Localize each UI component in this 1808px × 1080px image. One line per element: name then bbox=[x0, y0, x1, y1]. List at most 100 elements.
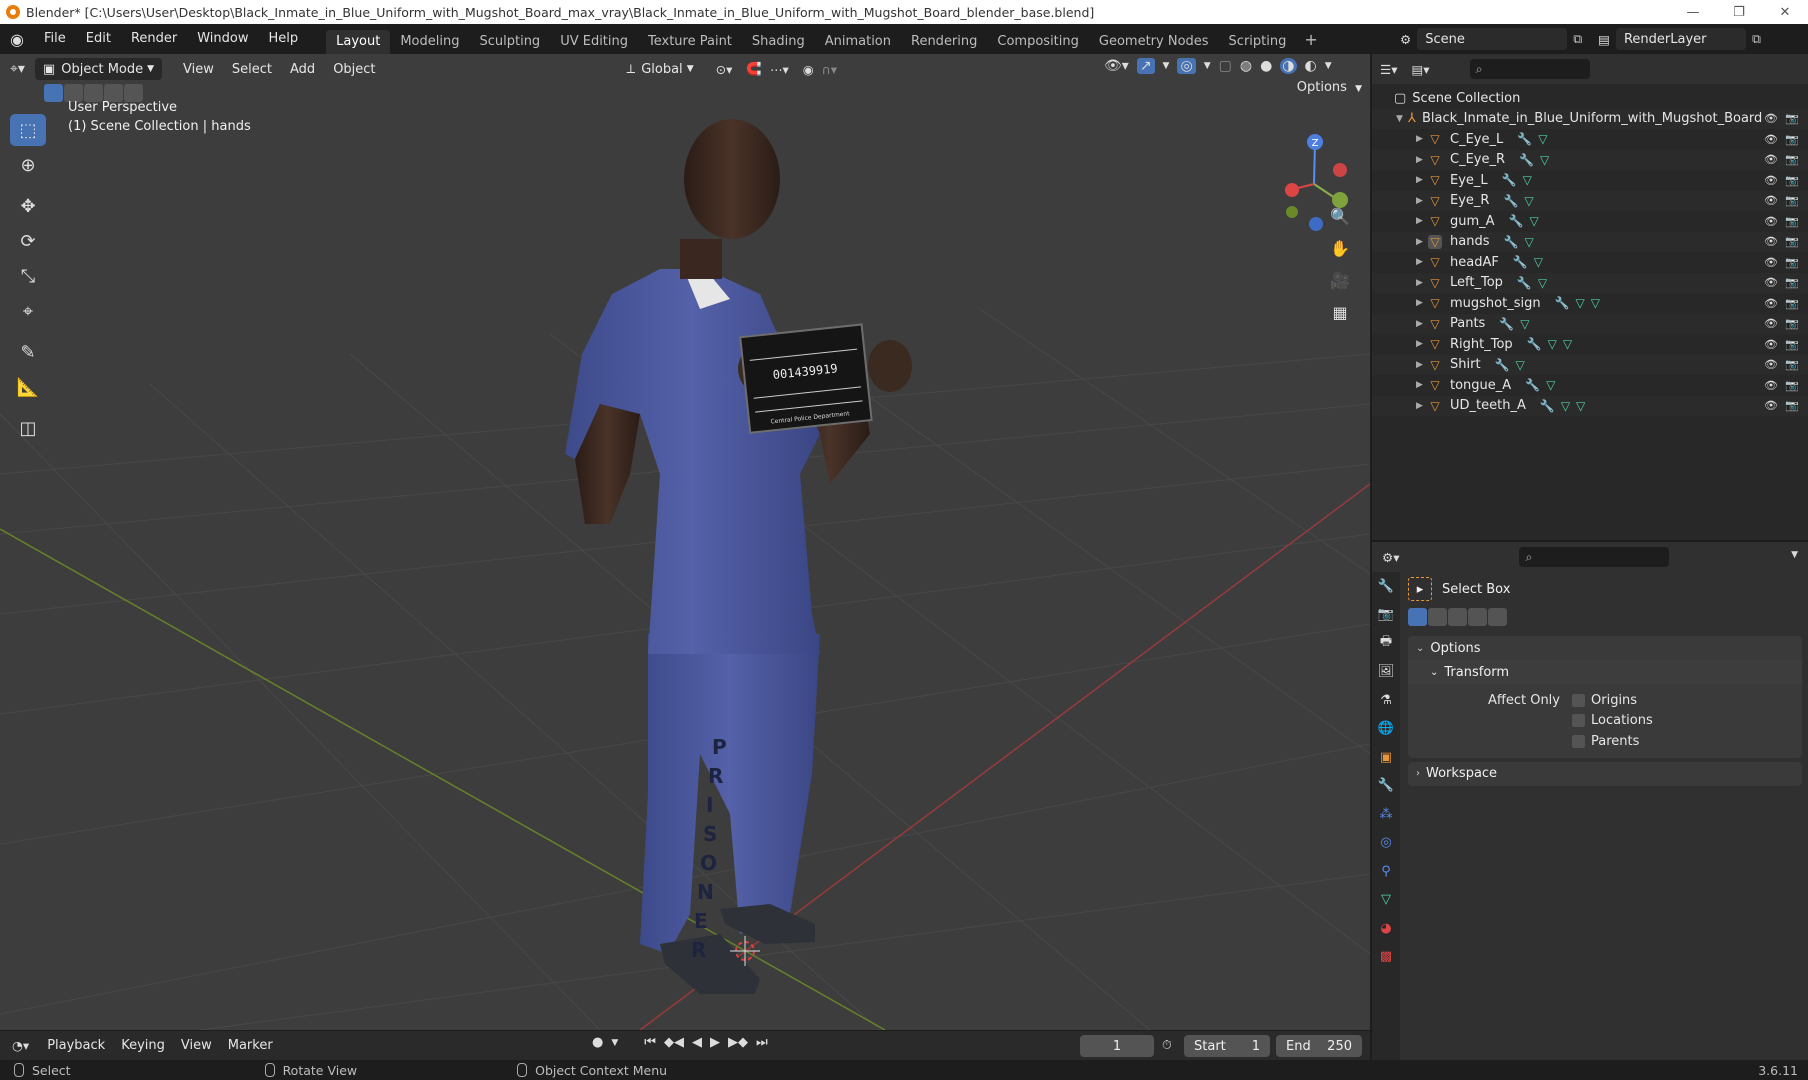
expand-arrow-icon[interactable]: ▶ bbox=[1416, 216, 1428, 226]
add-cube-tool-icon[interactable]: ◫ bbox=[10, 412, 46, 444]
wireframe-shading-icon[interactable]: ◍ bbox=[1240, 58, 1252, 74]
tab-texture-paint[interactable]: Texture Paint bbox=[638, 30, 742, 54]
camera-render-icon[interactable]: 📷 bbox=[1784, 112, 1800, 126]
eye-icon[interactable]: 👁 bbox=[1763, 173, 1779, 187]
render-layer-field[interactable]: RenderLayer bbox=[1615, 28, 1746, 50]
xray-icon[interactable]: ▢ bbox=[1219, 58, 1232, 74]
menu-file[interactable]: File bbox=[34, 24, 76, 54]
play-reverse-icon[interactable]: ◀ bbox=[692, 1035, 702, 1050]
material-tab-icon[interactable]: ◕ bbox=[1372, 914, 1400, 943]
texture-tab-icon[interactable]: ▩ bbox=[1372, 943, 1400, 972]
object-tab-icon[interactable]: ▣ bbox=[1372, 743, 1400, 772]
scene-collection-row[interactable]: ▢ Scene Collection bbox=[1372, 88, 1808, 109]
expand-arrow-icon[interactable]: ▶ bbox=[1416, 257, 1428, 267]
add-workspace-button[interactable]: + bbox=[1296, 30, 1325, 49]
inmate-model[interactable]: 001439919 Central Police Department P R … bbox=[565, 119, 912, 994]
eye-icon[interactable]: 👁 bbox=[1763, 132, 1779, 146]
3d-viewport[interactable]: 001439919 Central Police Department P R … bbox=[0, 54, 1370, 1030]
menu-window[interactable]: Window bbox=[187, 24, 258, 54]
camera-render-icon[interactable]: 📷 bbox=[1784, 173, 1800, 187]
tab-rendering[interactable]: Rendering bbox=[901, 30, 987, 54]
camera-render-icon[interactable]: 📷 bbox=[1784, 276, 1800, 290]
scene-field[interactable]: Scene bbox=[1417, 28, 1568, 50]
camera-render-icon[interactable]: 📷 bbox=[1784, 194, 1800, 208]
options-button[interactable]: Options ▼ bbox=[1297, 80, 1362, 95]
eye-icon[interactable]: 👁 bbox=[1763, 399, 1779, 413]
viewport-menu-object[interactable]: Object bbox=[324, 62, 384, 77]
scale-tool-icon[interactable]: ⤡ bbox=[10, 260, 46, 292]
outliner-object-row[interactable]: ▶ ▽ headAF 🔧▽ 👁 📷 bbox=[1372, 252, 1808, 273]
expand-arrow-icon[interactable]: ▶ bbox=[1416, 339, 1428, 349]
eye-icon[interactable]: 👁 bbox=[1763, 317, 1779, 331]
minimize-button[interactable]: — bbox=[1670, 0, 1716, 24]
next-keyframe-icon[interactable]: ▶◆ bbox=[728, 1035, 748, 1050]
camera-render-icon[interactable]: 📷 bbox=[1784, 317, 1800, 331]
current-frame-field[interactable]: 1 bbox=[1080, 1035, 1154, 1057]
expand-arrow-icon[interactable]: ▶ bbox=[1416, 237, 1428, 247]
visibility-icon[interactable]: 👁▾ bbox=[1104, 58, 1129, 74]
tool-mode-new-button[interactable] bbox=[1408, 608, 1427, 626]
outliner-object-row[interactable]: ▶ ▽ Eye_R 🔧▽ 👁 📷 bbox=[1372, 190, 1808, 211]
outliner-object-row[interactable]: ▶ ▽ UD_teeth_A 🔧▽▽ 👁 📷 bbox=[1372, 395, 1808, 416]
record-icon[interactable]: ● bbox=[592, 1035, 603, 1050]
menu-edit[interactable]: Edit bbox=[76, 24, 121, 54]
new-layer-icon[interactable]: ⧉ bbox=[1752, 31, 1761, 47]
eye-icon[interactable]: 👁 bbox=[1763, 153, 1779, 167]
prev-keyframe-icon[interactable]: ◆◀ bbox=[664, 1035, 684, 1050]
viewport-menu-add[interactable]: Add bbox=[281, 62, 324, 77]
zoom-icon[interactable]: 🔍 bbox=[1326, 202, 1354, 230]
rendered-shading-icon[interactable]: ◐ bbox=[1305, 58, 1317, 74]
outliner-object-row[interactable]: ▶ ▽ Pants 🔧▽ 👁 📷 bbox=[1372, 313, 1808, 334]
blender-menu-icon[interactable]: ◉ bbox=[0, 30, 34, 49]
eye-icon[interactable]: 👁 bbox=[1763, 235, 1779, 249]
transform-orientation-dropdown[interactable]: ⟂ Global ▼ bbox=[619, 58, 702, 80]
camera-render-icon[interactable]: 📷 bbox=[1784, 153, 1800, 167]
eye-icon[interactable]: 👁 bbox=[1763, 255, 1779, 269]
timeline-editor-icon[interactable]: ◔▾ bbox=[12, 1038, 29, 1053]
tab-compositing[interactable]: Compositing bbox=[987, 30, 1089, 54]
outliner-object-row[interactable]: ▶ ▽ gum_A 🔧▽ 👁 📷 bbox=[1372, 211, 1808, 232]
maximize-button[interactable]: ❐ bbox=[1716, 0, 1762, 24]
solid-shading-icon[interactable]: ● bbox=[1260, 58, 1272, 74]
expand-arrow-icon[interactable]: ▶ bbox=[1416, 278, 1428, 288]
pin-dropdown-icon[interactable]: ▼ bbox=[1791, 550, 1798, 560]
properties-editor-icon[interactable]: ⚙▾ bbox=[1382, 550, 1399, 565]
tool-mode-intersect-button[interactable] bbox=[1488, 608, 1507, 626]
outliner-object-row[interactable]: ▶ ▽ tongue_A 🔧▽ 👁 📷 bbox=[1372, 375, 1808, 396]
transform-subpanel-header[interactable]: ⌄ Transform bbox=[1408, 660, 1802, 684]
timeline-menu-keying[interactable]: Keying bbox=[113, 1038, 173, 1053]
material-shading-icon[interactable]: ◑ bbox=[1280, 58, 1297, 74]
menu-render[interactable]: Render bbox=[121, 24, 187, 54]
play-icon[interactable]: ▶ bbox=[710, 1035, 720, 1050]
expand-arrow-icon[interactable]: ▶ bbox=[1416, 175, 1428, 185]
start-frame-field[interactable]: Start 1 bbox=[1184, 1035, 1270, 1057]
falloff-icon[interactable]: ∩▾ bbox=[822, 62, 837, 77]
tab-animation[interactable]: Animation bbox=[815, 30, 901, 54]
shading-dropdown-icon[interactable]: ▼ bbox=[1325, 61, 1332, 71]
scene-tab-icon[interactable]: ⚗ bbox=[1372, 686, 1400, 715]
expand-arrow-icon[interactable]: ▶ bbox=[1416, 134, 1428, 144]
camera-render-icon[interactable]: 📷 bbox=[1784, 214, 1800, 228]
gizmo-dropdown-icon[interactable]: ▼ bbox=[1163, 61, 1170, 71]
origins-checkbox[interactable] bbox=[1572, 693, 1585, 707]
perspective-grid-icon[interactable]: ▦ bbox=[1326, 298, 1354, 326]
tool-tab-icon[interactable]: 🔧 bbox=[1372, 572, 1400, 601]
camera-render-icon[interactable]: 📷 bbox=[1784, 235, 1800, 249]
collection-row[interactable]: ▼ ⅄ Black_Inmate_in_Blue_Uniform_with_Mu… bbox=[1372, 108, 1808, 129]
tab-layout[interactable]: Layout bbox=[326, 30, 391, 54]
eye-icon[interactable]: 👁 bbox=[1763, 214, 1779, 228]
transform-tool-icon[interactable]: ⌖ bbox=[10, 295, 46, 327]
properties-search-input[interactable]: ⌕ bbox=[1519, 547, 1670, 567]
options-panel-header[interactable]: ⌄ Options bbox=[1408, 636, 1802, 660]
measure-tool-icon[interactable]: 📐 bbox=[10, 371, 46, 403]
collapse-arrow-icon[interactable]: ▼ bbox=[1396, 114, 1408, 124]
workspace-panel-header[interactable]: › Workspace bbox=[1408, 762, 1802, 786]
expand-arrow-icon[interactable]: ▶ bbox=[1416, 298, 1428, 308]
tool-mode-extend-button[interactable] bbox=[1428, 608, 1447, 626]
proportional-edit-icon[interactable]: ◉ bbox=[803, 62, 814, 77]
snap-target-icon[interactable]: ⋯▾ bbox=[770, 62, 789, 77]
outliner-editor-icon[interactable]: ☰▾ bbox=[1380, 62, 1397, 77]
eye-icon[interactable]: 👁 bbox=[1763, 378, 1779, 392]
pivot-icon[interactable]: ⊙▾ bbox=[716, 62, 733, 77]
menu-help[interactable]: Help bbox=[259, 24, 309, 54]
